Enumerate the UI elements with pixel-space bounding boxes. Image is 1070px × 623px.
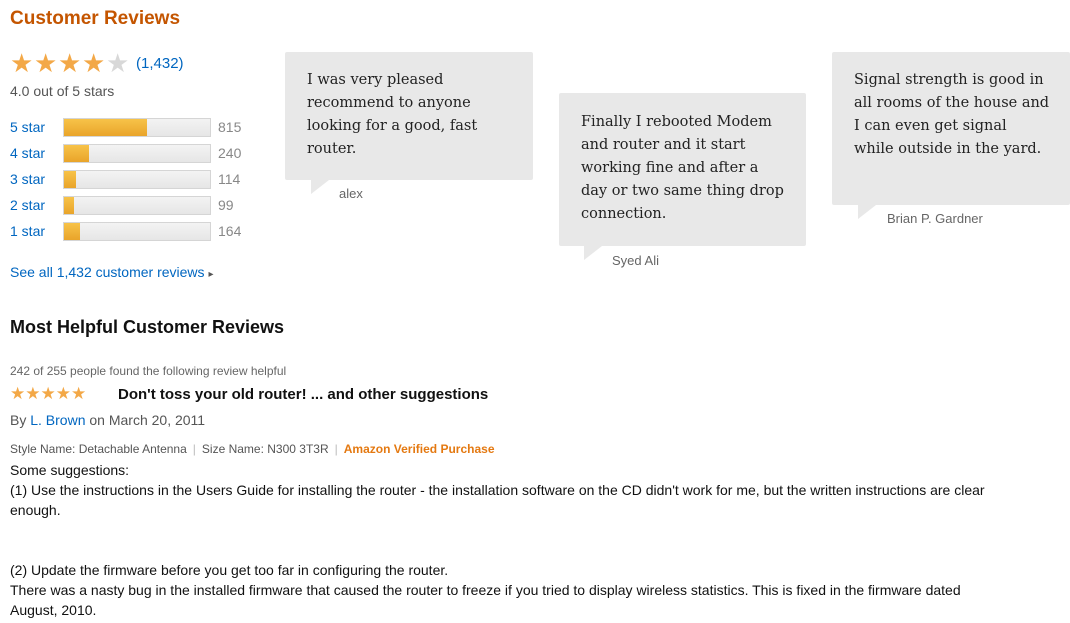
histogram-count: 240	[218, 145, 242, 161]
average-star-rating[interactable]: ★★★★★	[10, 50, 130, 76]
quote-bubble-tail	[584, 246, 602, 260]
histogram-row-5-star[interactable]: 5 star 815	[10, 117, 250, 137]
quote-bubble-tail	[311, 180, 329, 194]
star-icon: ★	[10, 48, 34, 78]
histogram-bar[interactable]	[63, 222, 211, 241]
star-empty-icon: ★	[106, 48, 130, 78]
star-icon: ★	[82, 48, 106, 78]
star-icon: ★	[25, 384, 41, 403]
quote-text: I was very pleased recommend to anyone l…	[307, 72, 478, 157]
histogram-bar-fill	[64, 197, 75, 214]
star-icon: ★	[58, 48, 82, 78]
review-star-rating: ★★★★★	[10, 384, 86, 404]
review-date: on March 20, 2011	[89, 412, 206, 428]
star-icon: ★	[71, 384, 87, 403]
star-icon: ★	[55, 384, 71, 403]
histogram-bar-fill	[64, 119, 148, 136]
histogram-label[interactable]: 1 star	[10, 223, 45, 239]
histogram-bar[interactable]	[63, 118, 211, 137]
histogram-bar-fill	[64, 171, 76, 188]
review-meta: Style Name: Detachable Antenna | Size Name…	[10, 442, 495, 456]
histogram-label[interactable]: 4 star	[10, 145, 45, 161]
star-icon: ★	[40, 384, 56, 403]
histogram-row-2-star[interactable]: 2 star 99	[10, 195, 250, 215]
review-author-link[interactable]: L. Brown	[30, 412, 85, 428]
histogram-row-3-star[interactable]: 3 star 114	[10, 169, 250, 189]
quote-author: Syed Ali	[612, 253, 659, 268]
histogram-row-1-star[interactable]: 1 star 164	[10, 221, 250, 241]
histogram-count: 99	[218, 197, 234, 213]
histogram-bar-fill	[64, 145, 89, 162]
review-title-link[interactable]: Don't toss your old router! ... and othe…	[118, 386, 488, 403]
size-name: Size Name: N300 3T3R	[201, 442, 329, 456]
quote-author: Brian P. Gardner	[887, 211, 983, 226]
histogram-count: 815	[218, 119, 242, 135]
star-icon: ★	[10, 384, 26, 403]
byline-prefix: By	[10, 412, 27, 428]
quote-bubble[interactable]: Signal strength is good in all rooms of …	[832, 52, 1070, 205]
quote-text: Finally I rebooted Modem and router and …	[581, 114, 784, 222]
see-all-reviews-link[interactable]: See all 1,432 customer reviews ▸	[10, 264, 213, 280]
chevron-right-icon: ▸	[208, 269, 214, 280]
histogram-bar[interactable]	[63, 144, 211, 163]
review-body-paragraph: (1) Use the instructions in the Users Gu…	[10, 482, 985, 518]
histogram-label[interactable]: 2 star	[10, 197, 45, 213]
review-body-paragraph: There was a nasty bug in the installed f…	[10, 582, 961, 618]
histogram-label[interactable]: 3 star	[10, 171, 45, 187]
histogram-count: 164	[218, 223, 242, 239]
see-all-reviews-label: See all 1,432 customer reviews	[10, 264, 205, 280]
histogram-bar-fill	[64, 223, 81, 240]
review-count-link[interactable]: (1,432)	[136, 55, 184, 72]
histogram-bar[interactable]	[63, 170, 211, 189]
quote-bubble-tail	[858, 205, 876, 219]
quote-bubble[interactable]: I was very pleased recommend to anyone l…	[285, 52, 533, 180]
review-byline: By L. Brown on March 20, 2011	[10, 412, 205, 428]
histogram-row-4-star[interactable]: 4 star 240	[10, 143, 250, 163]
meta-separator: |	[192, 442, 196, 456]
average-rating-text: 4.0 out of 5 stars	[10, 83, 115, 99]
histogram-bar[interactable]	[63, 196, 211, 215]
verified-purchase-badge: Amazon Verified Purchase	[343, 442, 495, 456]
style-name: Style Name: Detachable Antenna	[10, 442, 187, 456]
quote-text: Signal strength is good in all rooms of …	[854, 72, 1050, 157]
review-body-line: Some suggestions:	[10, 462, 130, 478]
most-helpful-title: Most Helpful Customer Reviews	[10, 317, 285, 337]
quote-bubble[interactable]: Finally I rebooted Modem and router and …	[559, 93, 806, 246]
review-body-line: (2) Update the firmware before you get t…	[10, 562, 449, 578]
histogram-label[interactable]: 5 star	[10, 119, 45, 135]
helpful-votes-text: 242 of 255 people found the following re…	[10, 364, 287, 378]
quote-author: alex	[339, 186, 363, 201]
star-icon: ★	[34, 48, 58, 78]
section-title: Customer Reviews	[10, 8, 181, 29]
meta-separator: |	[334, 442, 338, 456]
histogram-count: 114	[218, 171, 241, 187]
